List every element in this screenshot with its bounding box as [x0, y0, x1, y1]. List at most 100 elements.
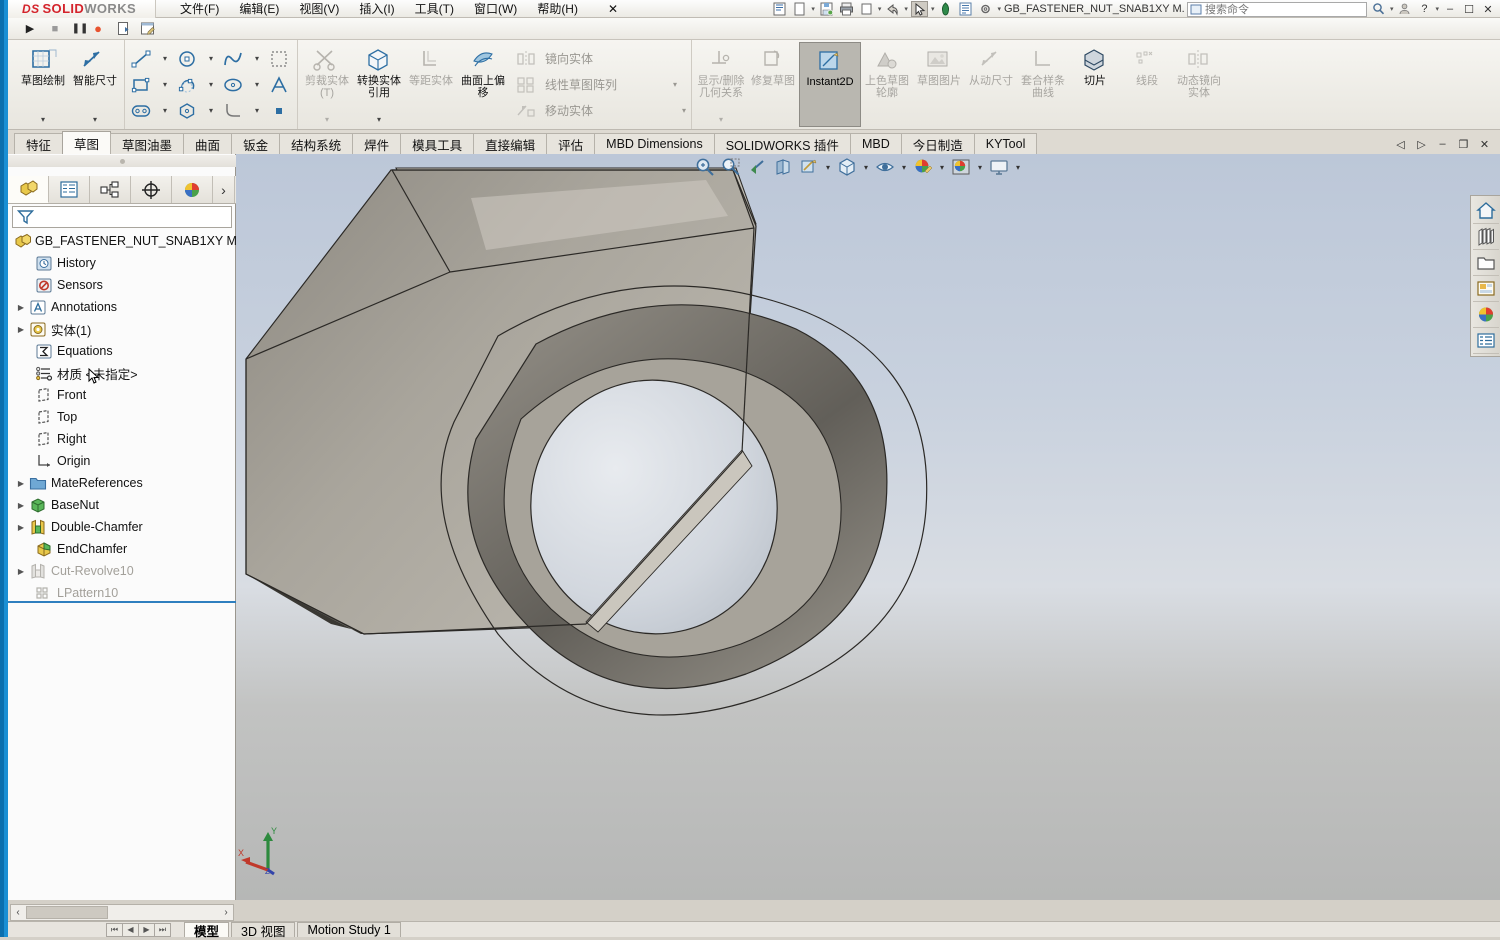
- menu-insert[interactable]: 插入(I): [349, 0, 404, 17]
- folder-icon[interactable]: [1472, 250, 1499, 276]
- tree-tab-feature-manager[interactable]: [8, 176, 49, 203]
- repair-sketch-button[interactable]: 修复草图: [747, 42, 799, 127]
- shaded-sketch-contours-button[interactable]: 上色草图轮廓: [861, 42, 913, 127]
- tree-item-front-plane[interactable]: Front: [8, 384, 236, 406]
- convert-entities-button[interactable]: 转换实体引用 ▾: [353, 42, 405, 127]
- convert-entities-dropdown-caret[interactable]: ▾: [377, 115, 381, 127]
- tab-mbd-dimensions[interactable]: MBD Dimensions: [594, 133, 715, 154]
- tree-tab-configuration-manager[interactable]: [90, 176, 131, 203]
- feature-tree-scrollbar[interactable]: ‹ ›: [10, 904, 234, 921]
- tab-features[interactable]: 特征: [14, 133, 64, 154]
- nav-last-button[interactable]: ⏭: [154, 922, 171, 937]
- scroll-right-arrow[interactable]: ›: [219, 907, 233, 918]
- tree-item-equations[interactable]: Equations: [8, 340, 236, 362]
- select-dropdown-caret[interactable]: ▾: [931, 5, 935, 13]
- tree-item-top-plane[interactable]: Top: [8, 406, 236, 428]
- previous-view-icon[interactable]: [746, 156, 768, 178]
- macro-edit-button[interactable]: [140, 21, 156, 37]
- tree-double-chamfer-arrow[interactable]: ▶: [14, 523, 28, 532]
- new-document-icon[interactable]: [771, 1, 788, 17]
- tree-item-end-chamfer[interactable]: EndChamfer: [8, 538, 236, 560]
- tab-solidworks-addins[interactable]: SOLIDWORKS 插件: [713, 133, 851, 154]
- tab-kytool[interactable]: KYTool: [973, 133, 1038, 154]
- tree-annotations-arrow[interactable]: ▶: [14, 303, 28, 312]
- tree-tab-property-manager[interactable]: [49, 176, 90, 203]
- task-pane-appearances-button[interactable]: [1472, 302, 1499, 328]
- scene-icon[interactable]: [950, 156, 972, 178]
- tree-tab-display-manager[interactable]: [172, 176, 213, 203]
- tab-evaluate[interactable]: 评估: [546, 133, 596, 154]
- user-account-icon[interactable]: [1396, 1, 1413, 17]
- nav-first-button[interactable]: ⏮: [106, 922, 123, 937]
- tab-surfaces[interactable]: 曲面: [183, 133, 233, 154]
- tab-mbd[interactable]: MBD: [849, 133, 902, 154]
- doc-minimize-button[interactable]: –: [1435, 137, 1450, 151]
- tree-base-nut-arrow[interactable]: ▶: [14, 501, 28, 510]
- tab-sketch[interactable]: 草图: [62, 131, 112, 154]
- undo-dropdown-caret[interactable]: ▾: [904, 5, 908, 13]
- relations-dropdown-caret[interactable]: ▾: [719, 115, 723, 127]
- point-icon[interactable]: [265, 98, 295, 124]
- zoom-to-area-icon[interactable]: [720, 156, 742, 178]
- display-style-icon[interactable]: [836, 156, 858, 178]
- fillet-icon[interactable]: [219, 98, 249, 124]
- rectangle-icon[interactable]: [127, 72, 157, 98]
- bottom-tab-motion-study-1[interactable]: Motion Study 1: [297, 922, 401, 937]
- pin-icon[interactable]: ✕: [598, 2, 628, 16]
- task-pane-view-palette-button[interactable]: [1472, 276, 1499, 302]
- dynamic-mirror-button[interactable]: 动态镜向实体: [1173, 42, 1225, 127]
- open-dropdown-caret[interactable]: ▾: [811, 5, 815, 13]
- view-orientation-icon[interactable]: [798, 156, 820, 178]
- print-dropdown-caret[interactable]: ▾: [878, 5, 882, 13]
- offset-entities-button[interactable]: 等距实体: [405, 42, 457, 127]
- tab-sketch-ink[interactable]: 草图油墨: [110, 133, 185, 154]
- feature-tree-rollback-bar[interactable]: [8, 601, 236, 603]
- hide-show-icon[interactable]: [874, 156, 896, 178]
- smart-dimension-dropdown-caret[interactable]: ▾: [93, 115, 97, 127]
- doc-next-button[interactable]: ▷: [1414, 137, 1429, 151]
- appearance-dropdown-caret[interactable]: ▾: [938, 163, 946, 172]
- help-button[interactable]: ?: [1416, 2, 1432, 16]
- tab-made-today[interactable]: 今日制造: [900, 133, 975, 154]
- open-document-icon[interactable]: [791, 1, 808, 17]
- doc-restore-button[interactable]: ❐: [1456, 137, 1471, 151]
- smart-dimension-button[interactable]: 智能尺寸 ▾: [69, 42, 121, 127]
- polygon-icon[interactable]: [173, 98, 203, 124]
- view-orientation-dropdown-caret[interactable]: ▾: [824, 163, 832, 172]
- tree-item-cut-revolve10[interactable]: ▶ Cut-Revolve10: [8, 560, 236, 582]
- text-icon[interactable]: [265, 72, 295, 98]
- menu-tools[interactable]: 工具(T): [405, 0, 464, 17]
- tab-mold-tools[interactable]: 模具工具: [400, 133, 475, 154]
- feature-tree[interactable]: GB_FASTENER_NUT_SNAB1XY M10 History Sens…: [8, 230, 236, 898]
- task-pane-resources-button[interactable]: [1472, 198, 1499, 224]
- tab-structure-system[interactable]: 结构系统: [279, 133, 354, 154]
- line-icon[interactable]: [127, 46, 157, 72]
- linear-pattern-dropdown-caret[interactable]: ▾: [669, 80, 677, 89]
- tree-item-root[interactable]: GB_FASTENER_NUT_SNAB1XY M10: [8, 230, 236, 252]
- spline-icon[interactable]: [219, 46, 249, 72]
- menu-help[interactable]: 帮助(H): [527, 0, 588, 17]
- sketch-dropdown-caret[interactable]: ▾: [41, 115, 45, 127]
- polyline-arc-icon[interactable]: [173, 72, 203, 98]
- tree-tab-dimxpert-manager[interactable]: [131, 176, 172, 203]
- line-segment-button[interactable]: 线段: [1121, 42, 1173, 127]
- menu-edit[interactable]: 编辑(E): [229, 0, 289, 17]
- scroll-left-arrow[interactable]: ‹: [11, 907, 25, 918]
- macro-stop-button[interactable]: ■: [47, 21, 63, 37]
- select-icon[interactable]: [910, 1, 928, 17]
- instant2d-button[interactable]: Instant2D: [799, 42, 862, 127]
- rebuild-icon[interactable]: [937, 1, 954, 17]
- options-dropdown-caret[interactable]: ▾: [997, 5, 1001, 13]
- print-preview-icon[interactable]: [858, 1, 875, 17]
- tree-item-material[interactable]: 材质 <未指定>: [8, 362, 236, 384]
- bottom-tab-3d-views[interactable]: 3D 视图: [231, 922, 296, 939]
- menu-window[interactable]: 窗口(W): [464, 0, 527, 17]
- tree-item-origin[interactable]: Origin: [8, 450, 236, 472]
- slot-dropdown-caret[interactable]: ▾: [157, 98, 173, 124]
- panel-splitter[interactable]: [8, 155, 236, 167]
- slice-button[interactable]: 切片: [1069, 42, 1121, 127]
- search-dropdown-caret[interactable]: ▾: [1390, 5, 1394, 13]
- appearance-icon[interactable]: [912, 156, 934, 178]
- driven-dimension-button[interactable]: 从动尺寸: [965, 42, 1017, 127]
- tree-item-history[interactable]: History: [8, 252, 236, 274]
